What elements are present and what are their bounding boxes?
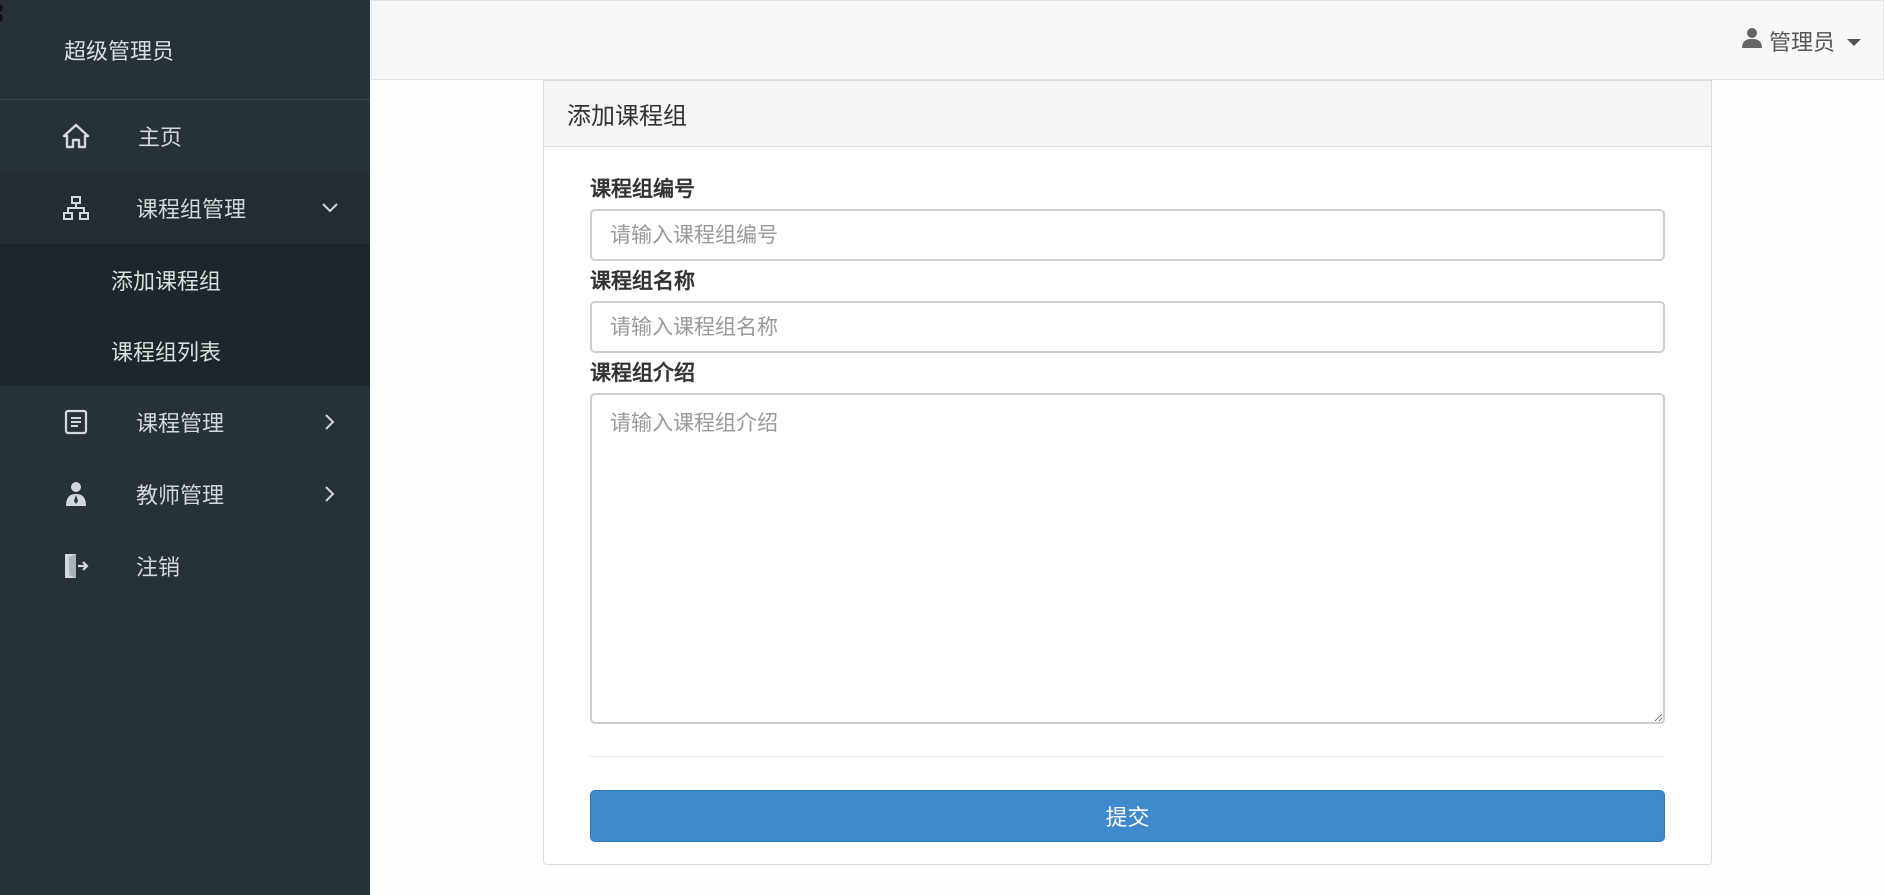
sidebar-item-teacher[interactable]: 教师管理 (0, 458, 370, 530)
sidebar-item-course[interactable]: 课程管理 (0, 386, 370, 458)
panel-title: 添加课程组 (544, 81, 1711, 147)
group-code-input[interactable] (590, 209, 1665, 261)
form-divider (590, 756, 1665, 757)
group-name-input[interactable] (590, 301, 1665, 353)
sidebar-item-label: 教师管理 (136, 484, 225, 509)
document-icon (62, 408, 90, 436)
sidebar-user-name: 超级管理员 (0, 0, 370, 100)
sidebar-item-home[interactable]: 主页 (0, 100, 370, 172)
sidebar: 超级管理员 主页 课程组管理 添加课程组 课程组列表 课程管理 教师管理 注销 (0, 0, 370, 895)
submit-button[interactable]: 提交 (590, 790, 1665, 842)
sidebar-item-logout[interactable]: 注销 (0, 530, 370, 602)
group-code-label: 课程组编号 (590, 177, 695, 201)
chevron-right-icon (320, 484, 340, 504)
sidebar-item-course-group[interactable]: 课程组管理 (0, 172, 370, 244)
sidebar-item-label: 课程组管理 (136, 198, 247, 223)
group-intro-textarea[interactable] (590, 393, 1665, 724)
sidebar-item-label: 注销 (136, 556, 181, 581)
user-dropdown[interactable]: 管理员 (1741, 1, 1861, 81)
sidebar-subitem-add-group[interactable]: 添加课程组 (0, 244, 370, 315)
user-icon (1741, 27, 1763, 55)
sidebar-item-label: 课程管理 (136, 412, 225, 437)
caret-down-icon (1847, 38, 1861, 46)
teacher-icon (62, 480, 90, 508)
add-course-group-panel: 添加课程组 课程组编号 课程组名称 课程组介绍 提交 (543, 80, 1712, 865)
home-icon (62, 122, 90, 150)
group-intro-label: 课程组介绍 (590, 361, 695, 385)
group-name-label: 课程组名称 (590, 269, 695, 293)
sidebar-subitem-group-list[interactable]: 课程组列表 (0, 315, 370, 386)
sidebar-submenu-course-group: 添加课程组 课程组列表 (0, 244, 370, 386)
sitemap-icon (62, 194, 90, 222)
brand-mark-icon (0, 2, 8, 26)
top-navbar: 管理员 (371, 0, 1884, 80)
sidebar-item-label: 主页 (138, 126, 183, 151)
user-menu-label: 管理员 (1768, 31, 1835, 56)
chevron-right-icon (320, 412, 340, 432)
chevron-down-icon (320, 198, 340, 218)
logout-icon (62, 552, 90, 580)
